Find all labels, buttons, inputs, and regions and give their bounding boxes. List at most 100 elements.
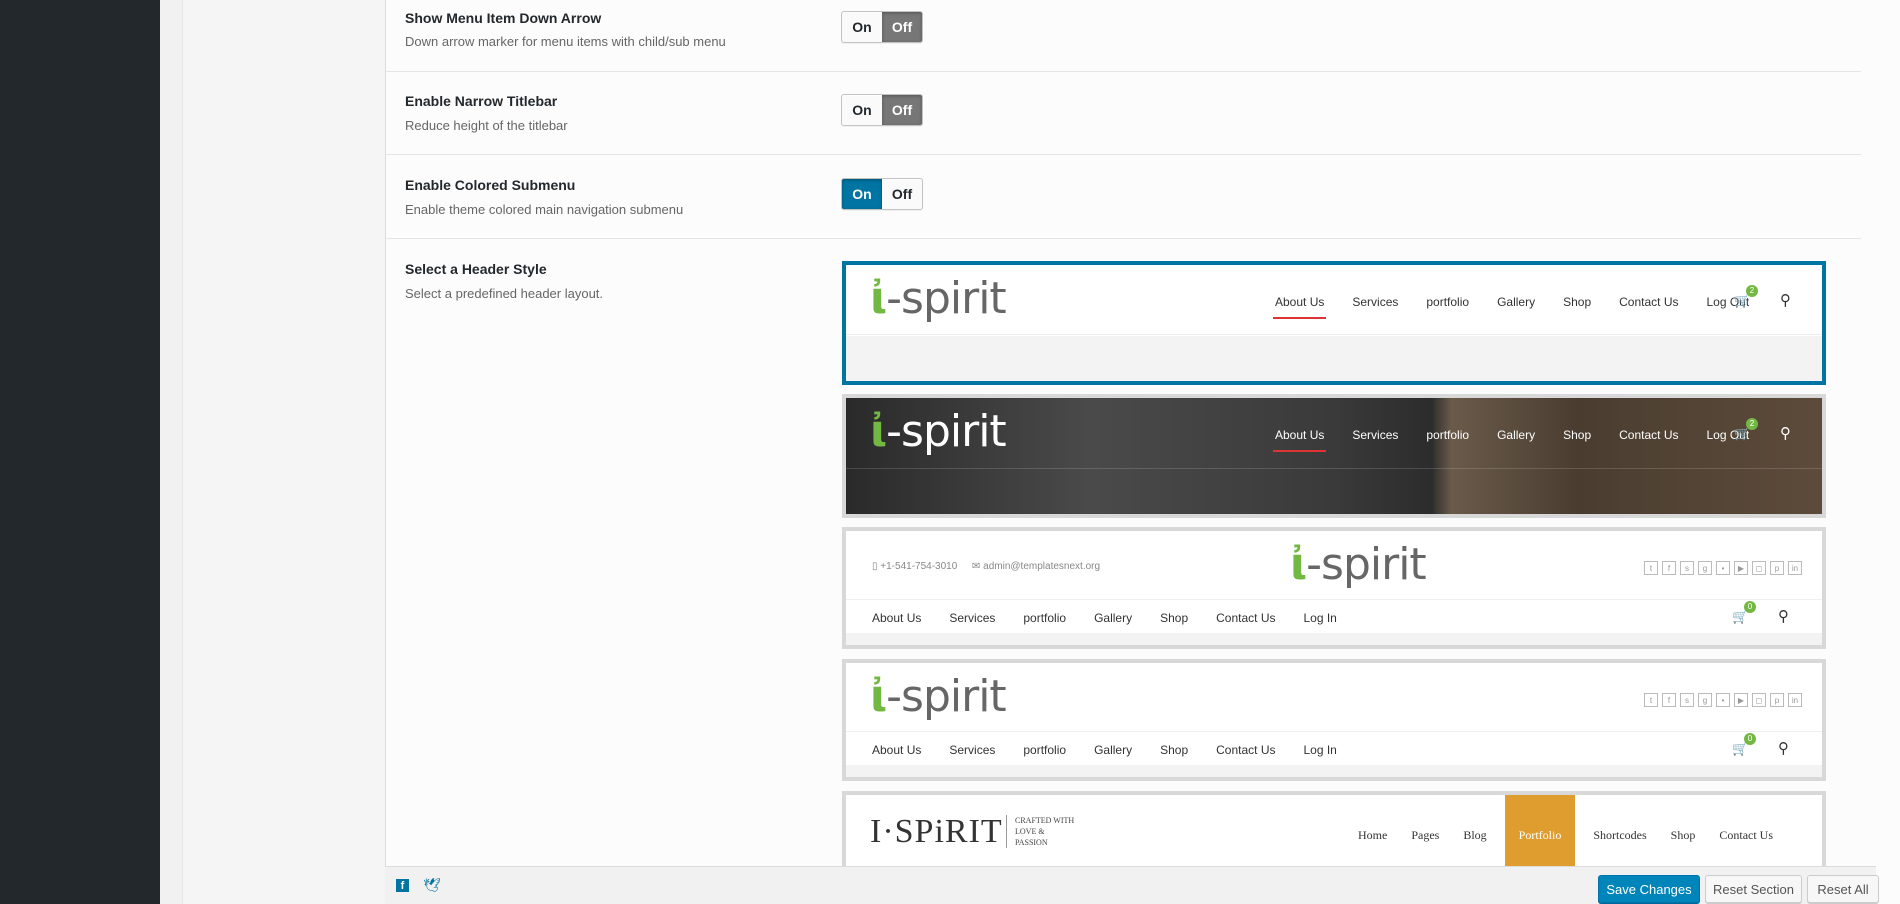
logo-i-icon: ἰ bbox=[1290, 539, 1307, 590]
nav-item: Log In bbox=[1303, 611, 1337, 625]
nav-item: Services bbox=[1352, 295, 1399, 309]
logo-i-icon: ἰ bbox=[870, 406, 887, 457]
nav-item: Contact Us bbox=[1619, 295, 1679, 309]
switch-on[interactable]: On bbox=[842, 95, 882, 125]
twitter-icon: t bbox=[1644, 561, 1658, 575]
header-style-option-5[interactable]: I·SPiRIT CRAFTED WITH LOVE & PASSION Hom… bbox=[842, 791, 1826, 871]
cart-badge: 0 bbox=[1744, 733, 1756, 745]
header-style-description: Select a predefined header layout. bbox=[405, 286, 604, 301]
nav-item: portfolio bbox=[1023, 743, 1067, 757]
pinterest-icon: p bbox=[1770, 693, 1784, 707]
field-title: Enable Narrow Titlebar bbox=[405, 93, 558, 109]
nav-item: Contact Us bbox=[1216, 611, 1276, 625]
header-style-title: Select a Header Style bbox=[405, 261, 547, 277]
facebook-icon: f bbox=[1662, 693, 1676, 707]
nav-item: Services bbox=[1352, 428, 1399, 442]
options-panel-sidebar bbox=[182, 0, 386, 904]
cart-icon: 🛒 0 bbox=[1732, 601, 1756, 625]
header-bottom-area bbox=[846, 336, 1822, 381]
main-nav: Home Pages Blog Portfolio Shortcodes Sho… bbox=[1358, 795, 1773, 871]
header-style-option-2[interactable]: ἰ-spirit About Us Services portfolio Gal… bbox=[842, 394, 1826, 518]
field-menu-down-arrow: Show Menu Item Down Arrow Down arrow mar… bbox=[385, 0, 1861, 72]
twitter-icon[interactable]: 🕊 bbox=[423, 877, 441, 894]
header-divider bbox=[846, 599, 1822, 600]
linkedin-icon: in bbox=[1788, 693, 1802, 707]
nav-item: Gallery bbox=[1497, 295, 1536, 309]
nav-item: Shop bbox=[1670, 827, 1696, 842]
switch-on[interactable]: On bbox=[842, 179, 882, 209]
switch-on[interactable]: On bbox=[842, 12, 882, 42]
cart-icon: 🛒 2 bbox=[1734, 285, 1758, 309]
contact-phone: ▯ +1-541-754-3010 bbox=[872, 561, 958, 572]
switch-off[interactable]: Off bbox=[882, 12, 922, 42]
flickr-icon: • bbox=[1716, 693, 1730, 707]
nav-item: Pages bbox=[1411, 827, 1440, 842]
skype-icon: s bbox=[1680, 561, 1694, 575]
nav-item: About Us bbox=[869, 611, 924, 635]
search-icon: ⚲ bbox=[1780, 292, 1791, 309]
nav-item: Contact Us bbox=[1619, 428, 1679, 442]
search-icon: ⚲ bbox=[1778, 608, 1789, 625]
logo: ἰ-spirit bbox=[870, 406, 1007, 457]
googleplus-icon: g bbox=[1698, 561, 1712, 575]
main-nav: About Us Services portfolio Gallery Shop… bbox=[1272, 428, 1777, 452]
nav-item: Gallery bbox=[1497, 428, 1536, 442]
cart-badge: 0 bbox=[1744, 601, 1756, 613]
search-icon: ⚲ bbox=[1780, 425, 1791, 442]
logo: ἰ-spirit bbox=[870, 671, 1007, 722]
facebook-icon: f bbox=[1662, 561, 1676, 575]
linkedin-icon: in bbox=[1788, 561, 1802, 575]
instagram-icon: ◻ bbox=[1752, 561, 1766, 575]
colored-submenu-switch[interactable]: On Off bbox=[841, 178, 923, 210]
search-icon: ⚲ bbox=[1778, 740, 1789, 757]
logo: ἰ-spirit bbox=[870, 273, 1007, 324]
header-style-option-3[interactable]: ▯ +1-541-754-3010 ✉ admin@templatesnext.… bbox=[842, 527, 1826, 649]
switch-off[interactable]: Off bbox=[882, 179, 922, 209]
logo-i-icon: ἰ bbox=[870, 671, 887, 722]
nav-item: portfolio bbox=[1023, 611, 1067, 625]
save-changes-button[interactable]: Save Changes bbox=[1598, 875, 1700, 903]
nav-item: About Us bbox=[1272, 428, 1327, 452]
header-divider bbox=[846, 468, 1822, 469]
options-footer-bar: f 🕊 Save Changes Reset Section Reset All bbox=[385, 866, 1879, 904]
social-icons: t f s g • ▶ ◻ p in bbox=[1644, 693, 1806, 707]
nav-item: portfolio bbox=[1426, 428, 1470, 442]
field-description: Down arrow marker for menu items with ch… bbox=[405, 34, 726, 49]
cart-badge: 2 bbox=[1746, 418, 1758, 430]
youtube-icon: ▶ bbox=[1734, 561, 1748, 575]
narrow-titlebar-switch[interactable]: On Off bbox=[841, 94, 923, 126]
gutter bbox=[160, 0, 182, 904]
googleplus-icon: g bbox=[1698, 693, 1712, 707]
nav-item: About Us bbox=[1272, 295, 1327, 319]
header-style-option-1[interactable]: ἰ-spirit About Us Services portfolio Gal… bbox=[842, 261, 1826, 385]
switch-off[interactable]: Off bbox=[882, 95, 922, 125]
nav-item: Blog bbox=[1463, 827, 1487, 842]
logo-text: -spirit bbox=[886, 273, 1007, 324]
menu-down-arrow-switch[interactable]: On Off bbox=[841, 11, 923, 43]
main-nav: About Us Services portfolio Gallery Shop… bbox=[869, 611, 1365, 635]
header-bottom-area bbox=[846, 765, 1822, 777]
nav-item: Gallery bbox=[1094, 743, 1133, 757]
social-icons: t f s g • ▶ ◻ p in bbox=[1644, 561, 1806, 575]
nav-item: Services bbox=[949, 743, 996, 757]
flickr-icon: • bbox=[1716, 561, 1730, 575]
nav-item: Contact Us bbox=[1216, 743, 1276, 757]
main-nav: About Us Services portfolio Gallery Shop… bbox=[1272, 295, 1777, 319]
contact-email: ✉ admin@templatesnext.org bbox=[972, 561, 1101, 572]
header-style-option-4[interactable]: ἰ-spirit t f s g • ▶ ◻ p in About Us Services po… bbox=[842, 659, 1826, 781]
cart-icon: 🛒 0 bbox=[1732, 733, 1756, 757]
facebook-icon[interactable]: f bbox=[396, 879, 409, 892]
logo: ἰ-spirit bbox=[1290, 539, 1427, 590]
reset-section-button[interactable]: Reset Section bbox=[1705, 875, 1802, 903]
field-title: Enable Colored Submenu bbox=[405, 177, 576, 193]
nav-item: Home bbox=[1358, 827, 1388, 842]
cart-badge: 2 bbox=[1746, 285, 1758, 297]
nav-item: portfolio bbox=[1426, 295, 1470, 309]
logo-text: -spirit bbox=[886, 671, 1007, 722]
logo-text: -spirit bbox=[1306, 539, 1427, 590]
nav-item: Shop bbox=[1160, 743, 1189, 757]
header-bottom-area bbox=[846, 633, 1822, 645]
nav-item: Shortcodes bbox=[1593, 827, 1647, 842]
logo: I·SPiRIT bbox=[870, 813, 1003, 850]
reset-all-button[interactable]: Reset All bbox=[1807, 875, 1879, 903]
